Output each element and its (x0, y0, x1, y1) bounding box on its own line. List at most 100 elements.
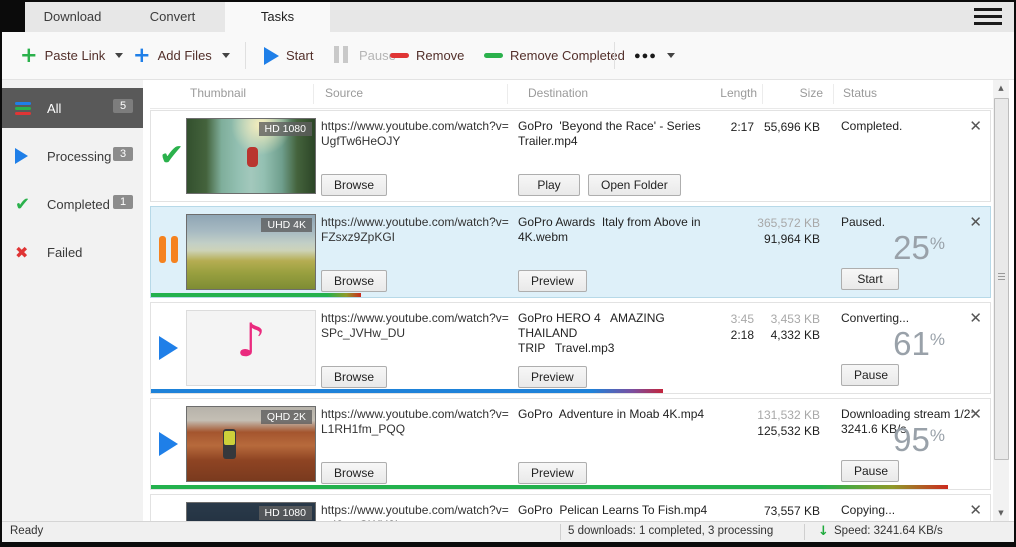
size-cell: 365,572 KB 91,964 KB (725, 215, 820, 247)
pause-button[interactable]: Pause (334, 32, 396, 79)
close-icon[interactable]: ✕ (969, 117, 982, 135)
more-options-button[interactable]: ●●● (634, 32, 675, 79)
play-icon (15, 148, 37, 164)
status-cell: Copying... (841, 503, 981, 518)
sidebar-item-processing[interactable]: Processing 3 (2, 136, 143, 176)
downloads-summary: 5 downloads: 1 completed, 3 processing (568, 525, 773, 537)
resolution-badge: QHD 2K (261, 410, 312, 424)
close-icon[interactable]: ✕ (969, 405, 982, 423)
sidebar-item-label: Processing (47, 149, 111, 164)
column-header-size[interactable]: Size (800, 86, 823, 100)
sidebar-item-completed[interactable]: ✔ Completed 1 (2, 184, 143, 224)
scrollbar-thumb[interactable] (994, 98, 1009, 460)
size-done: 91,964 KB (764, 232, 820, 246)
music-note-icon: ♪ (187, 313, 315, 367)
sidebar-item-failed[interactable]: ✖ Failed (2, 232, 143, 272)
scroll-up-icon[interactable]: ▲ (993, 80, 1009, 96)
destination-file: GoPro Adventure in Moab 4K.mp4 (518, 407, 718, 422)
start-button[interactable]: Start (264, 32, 313, 79)
pause-icon (159, 236, 183, 268)
play-button[interactable]: Play (518, 174, 580, 196)
task-row[interactable]: HD 1080 https://www.youtube.com/watch?v=… (150, 494, 991, 521)
add-files-button[interactable]: + Add Files (133, 32, 230, 79)
column-header-thumbnail[interactable]: Thumbnail (190, 86, 246, 100)
tab-download[interactable]: Download (25, 2, 120, 32)
toolbar-separator (614, 42, 615, 69)
column-header-length[interactable]: Length (720, 86, 757, 100)
count-badge: 5 (113, 99, 133, 113)
column-header-source[interactable]: Source (325, 86, 363, 100)
resolution-badge: UHD 4K (261, 218, 312, 232)
size-cell: 131,532 KB 125,532 KB (725, 407, 820, 439)
column-header-status[interactable]: Status (843, 86, 877, 100)
video-thumbnail: HD 1080 (186, 118, 316, 194)
chevron-down-icon (667, 53, 675, 58)
source-url: https://www.youtube.com/watch?v= L1RH1fm… (321, 407, 511, 437)
play-icon (159, 432, 178, 456)
chevron-down-icon[interactable] (222, 53, 230, 58)
status-cell: Paused. (841, 215, 981, 230)
chevron-down-icon[interactable] (115, 53, 123, 58)
sidebar-item-all[interactable]: All 5 (2, 88, 143, 128)
preview-button[interactable]: Preview (518, 366, 587, 388)
scrollbar-grip (998, 273, 1005, 282)
close-icon[interactable]: ✕ (969, 213, 982, 231)
start-task-button[interactable]: Start (841, 268, 899, 290)
check-icon: ✔ (159, 141, 184, 171)
video-thumbnail: UHD 4K (186, 214, 316, 290)
progress-bar-3 (151, 389, 663, 393)
sidebar-item-label: All (47, 101, 61, 116)
resolution-badge: HD 1080 (259, 122, 312, 136)
paste-link-button[interactable]: + Paste Link (20, 32, 123, 79)
scroll-down-icon[interactable]: ▼ (993, 505, 1009, 521)
resolution-badge: HD 1080 (259, 506, 312, 520)
browse-button[interactable]: Browse (321, 174, 387, 196)
remove-button[interactable]: Remove (390, 32, 464, 79)
ready-status: Ready (10, 525, 43, 537)
task-row[interactable]: UHD 4K https://www.youtube.com/watch?v= … (150, 206, 991, 298)
preview-button[interactable]: Preview (518, 462, 587, 484)
toolbar-separator (245, 42, 246, 69)
x-icon: ✖ (15, 243, 37, 262)
column-header-destination[interactable]: Destination (528, 86, 588, 100)
source-url: https://www.youtube.com/watch?v= SPc_JVH… (321, 311, 511, 341)
close-icon[interactable]: ✕ (969, 309, 982, 327)
progress-percent: 25% (893, 231, 945, 264)
source-url: https://www.youtube.com/watch?v= UgfTw6H… (321, 119, 511, 149)
preview-button[interactable]: Preview (518, 270, 587, 292)
size-done: 125,532 KB (757, 424, 820, 438)
play-icon (264, 47, 279, 65)
browse-button[interactable]: Browse (321, 270, 387, 292)
main-area: All 5 Processing 3 ✔ Completed 1 ✖ Faile… (2, 80, 1014, 521)
remove-label: Remove (416, 48, 464, 63)
pause-task-button[interactable]: Pause (841, 364, 899, 386)
video-thumbnail: QHD 2K (186, 406, 316, 482)
size-done: 4,332 KB (771, 328, 820, 342)
destination-file: GoPro Awards Italy from Above in 4K.webm (518, 215, 718, 245)
remove-completed-icon (484, 53, 503, 58)
size-cell: 73,557 KB (725, 503, 820, 519)
task-row[interactable]: QHD 2K https://www.youtube.com/watch?v= … (150, 398, 991, 490)
open-folder-button[interactable]: Open Folder (588, 174, 681, 196)
browse-button[interactable]: Browse (321, 462, 387, 484)
audio-thumbnail: ♪ (186, 310, 316, 386)
browse-button[interactable]: Browse (321, 366, 387, 388)
tab-tasks[interactable]: Tasks (225, 2, 330, 32)
source-url: https://www.youtube.com/watch?v= FZsxz9Z… (321, 215, 511, 245)
pause-task-button[interactable]: Pause (841, 460, 899, 482)
task-row[interactable]: ✔ HD 1080 https://www.youtube.com/watch?… (150, 110, 991, 202)
remove-icon (390, 53, 409, 58)
paste-link-label: Paste Link (45, 48, 106, 63)
tab-convert[interactable]: Convert (120, 2, 225, 32)
close-icon[interactable]: ✕ (969, 501, 982, 519)
status-cell: Converting... (841, 311, 981, 326)
remove-completed-button[interactable]: Remove Completed (484, 32, 625, 79)
window-corner (2, 2, 25, 32)
progress-bar-4 (151, 485, 948, 489)
size-total: 3,453 KB (771, 312, 820, 326)
task-row[interactable]: ♪ https://www.youtube.com/watch?v= SPc_J… (150, 302, 991, 394)
vertical-scrollbar[interactable]: ▲ ▼ (993, 80, 1009, 521)
start-label: Start (286, 48, 313, 63)
progress-percent: 95% (893, 423, 945, 456)
hamburger-menu-icon[interactable] (974, 8, 1002, 26)
